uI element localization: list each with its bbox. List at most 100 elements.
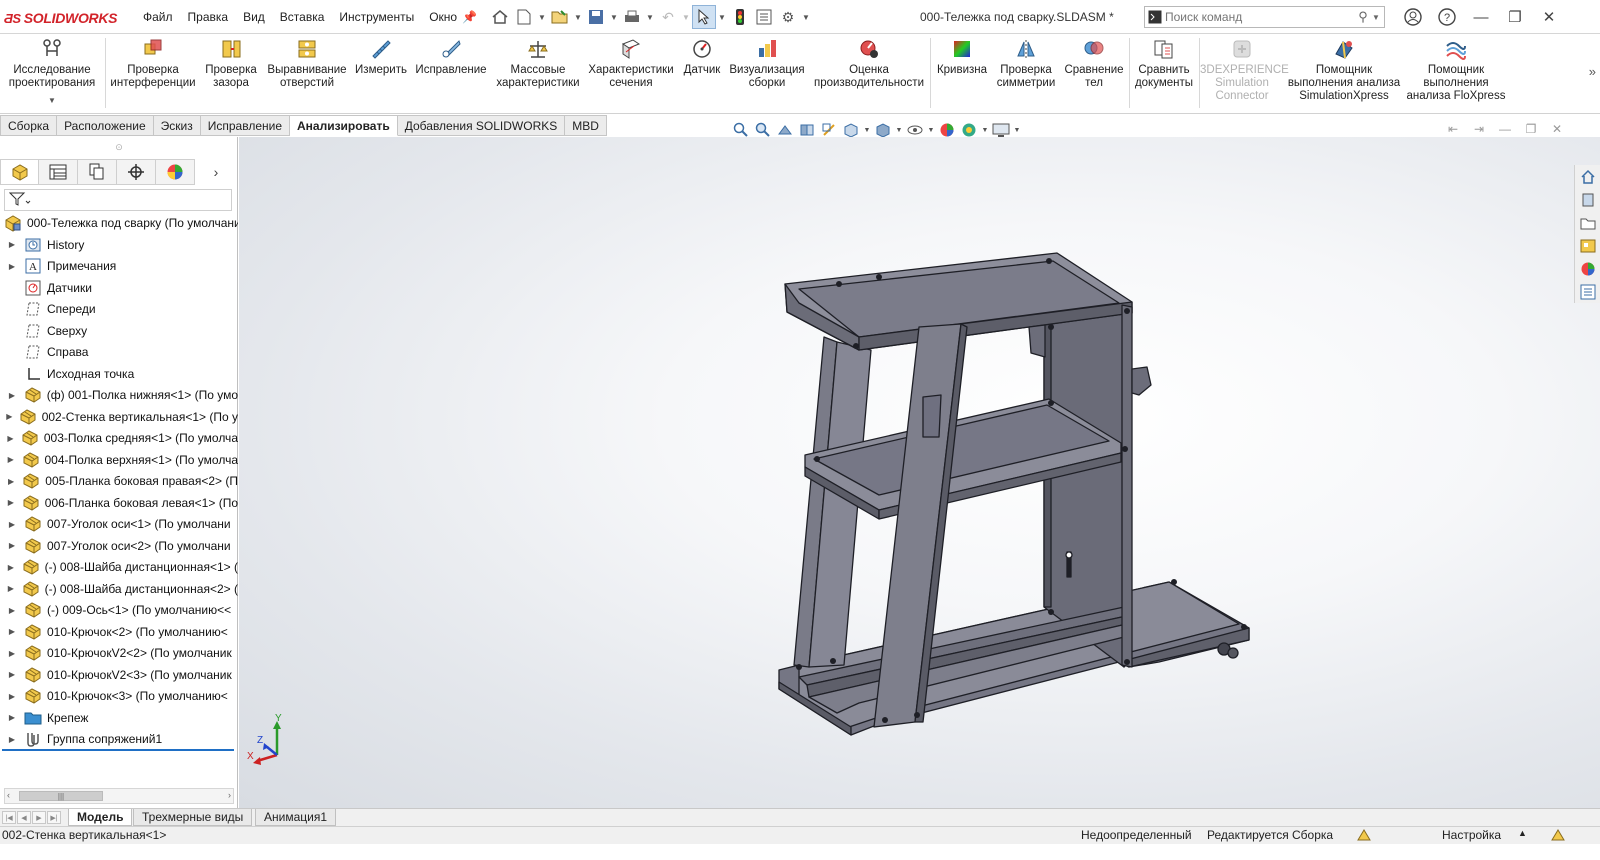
select-icon[interactable]: [692, 5, 716, 29]
expand-arrow-icon[interactable]: ▶: [6, 434, 15, 443]
menu-window[interactable]: Окно: [429, 10, 457, 24]
status-bar-icon[interactable]: [1550, 828, 1566, 845]
home-icon[interactable]: [488, 5, 512, 29]
tree-item[interactable]: ▶ 007-Уголок оси<2> (По умолчани: [0, 535, 238, 557]
expand-arrow-icon[interactable]: ▶: [6, 735, 18, 744]
configuration-manager-tab-icon[interactable]: [78, 159, 117, 185]
tree-item[interactable]: ▶Сверху: [0, 320, 238, 342]
menu-tools[interactable]: Инструменты: [339, 10, 414, 24]
tab-animation[interactable]: Анимация1: [255, 809, 337, 826]
print-dropdown-icon[interactable]: ▼: [644, 13, 656, 22]
panel-splitter-icon[interactable]: ⊙: [0, 137, 238, 157]
scene-dropdown-icon[interactable]: ▼: [980, 127, 990, 134]
cart-3d-model[interactable]: [239, 137, 1600, 808]
command-search-input[interactable]: [1165, 10, 1354, 24]
ribbon-button-simxpress[interactable]: Помощник выполнения анализа SimulationXpre…: [1286, 38, 1402, 103]
expand-arrow-icon[interactable]: ▶: [6, 541, 18, 550]
tree-item[interactable]: ▶ (ф) 001-Полка нижняя<1> (По умо: [0, 385, 238, 407]
tree-item[interactable]: ▶ 010-Крючок<2> (По умолчанию<: [0, 621, 238, 643]
last-tab-icon[interactable]: ▶|: [47, 811, 61, 824]
ribbon-button-sensor[interactable]: Датчик: [679, 38, 725, 77]
tree-item[interactable]: ▶ 004-Полка верхняя<1> (По умолча: [0, 449, 238, 471]
new-dropdown-icon[interactable]: ▼: [536, 13, 548, 22]
ribbon-overflow-icon[interactable]: »: [1589, 64, 1596, 79]
open-icon[interactable]: [548, 5, 572, 29]
next-tab-icon[interactable]: ▶: [32, 811, 46, 824]
customize-dropdown-icon[interactable]: ▲: [1518, 828, 1527, 838]
tree-item[interactable]: ▶Справа: [0, 342, 238, 364]
tab-evaluate[interactable]: Анализировать: [290, 115, 398, 136]
menu-view[interactable]: Вид: [243, 10, 265, 24]
new-document-icon[interactable]: [512, 5, 536, 29]
restore-icon[interactable]: ❐: [1498, 6, 1532, 28]
ribbon-button-symmetry[interactable]: Проверка симметрии: [994, 38, 1058, 90]
chevron-right-icon[interactable]: ›: [195, 159, 237, 185]
tree-item[interactable]: ▶ 010-КрючокV2<3> (По умолчаник: [0, 664, 238, 686]
expand-arrow-icon[interactable]: ▶: [6, 520, 18, 529]
tree-item[interactable]: ▶Датчики: [0, 277, 238, 299]
menu-edit[interactable]: Правка: [188, 10, 229, 24]
feature-manager-tab-icon[interactable]: [0, 159, 39, 185]
tree-item[interactable]: ▶ (-) 008-Шайба дистанционная<1> (: [0, 557, 238, 579]
user-icon[interactable]: [1396, 6, 1430, 28]
tree-item[interactable]: ▶ 010-КрючокV2<2> (По умолчаник: [0, 643, 238, 665]
tab-solidworks-addins[interactable]: Добавления SOLIDWORKS: [397, 115, 566, 136]
menu-file[interactable]: Файл: [143, 10, 173, 24]
expand-arrow-icon[interactable]: ▶: [6, 563, 16, 572]
open-dropdown-icon[interactable]: ▼: [572, 13, 584, 22]
first-tab-icon[interactable]: |◀: [2, 811, 16, 824]
tab-mbd[interactable]: MBD: [565, 115, 607, 136]
save-dropdown-icon[interactable]: ▼: [608, 13, 620, 22]
tree-item[interactable]: ▶ A Примечания: [0, 256, 238, 278]
select-dropdown-icon[interactable]: ▼: [716, 13, 728, 22]
rebuild-icon[interactable]: [728, 5, 752, 29]
reference-triad-icon[interactable]: [249, 717, 289, 767]
expand-arrow-icon[interactable]: ▶: [6, 498, 16, 507]
chevron-down-icon[interactable]: ▼: [2, 94, 102, 107]
status-customize[interactable]: Настройка: [1442, 828, 1501, 842]
appearances-icon[interactable]: [1575, 257, 1600, 280]
collapse-right-icon[interactable]: ⇥: [1466, 120, 1492, 138]
tree-item[interactable]: ▶ 010-Крючок<3> (По умолчанию<: [0, 686, 238, 708]
property-manager-tab-icon[interactable]: [39, 159, 78, 185]
prev-tab-icon[interactable]: ◀: [17, 811, 31, 824]
file-properties-icon[interactable]: [752, 5, 776, 29]
tree-item[interactable]: ▶ 007-Уголок оси<1> (По умолчани: [0, 514, 238, 536]
ribbon-button-interference[interactable]: Проверка интерференции: [108, 38, 198, 90]
collapse-left-icon[interactable]: ⇤: [1440, 120, 1466, 138]
expand-arrow-icon[interactable]: ▶: [6, 262, 18, 271]
expand-arrow-icon[interactable]: ▶: [6, 455, 16, 464]
tree-item[interactable]: ▶ Крепеж: [0, 707, 238, 729]
options-gear-icon[interactable]: ⚙: [776, 5, 800, 29]
ribbon-button-design-study[interactable]: Исследование проектирования ▼: [2, 38, 102, 107]
menu-insert[interactable]: Вставка: [280, 10, 325, 24]
ribbon-button-mass-properties[interactable]: Массовые характеристики: [494, 38, 582, 90]
help-icon[interactable]: ?: [1430, 6, 1464, 28]
expand-arrow-icon[interactable]: ▶: [6, 412, 13, 421]
tab-3d-views[interactable]: Трехмерные виды: [133, 809, 253, 826]
search-dropdown-icon[interactable]: ▼: [1372, 13, 1384, 22]
tree-item[interactable]: ▶ Группа сопряжений1: [0, 729, 238, 751]
solidworks-resources-icon[interactable]: [1575, 165, 1600, 188]
tree-item[interactable]: ▶ (-) 008-Шайба дистанционная<2> (: [0, 578, 238, 600]
design-library-icon[interactable]: [1575, 188, 1600, 211]
view-orientation-dropdown-icon[interactable]: ▼: [862, 127, 872, 134]
tab-repair[interactable]: Исправление: [200, 115, 290, 136]
tab-assembly[interactable]: Сборка: [0, 115, 58, 136]
expand-arrow-icon[interactable]: ▶: [6, 606, 18, 615]
ribbon-button-measure[interactable]: Измерить: [353, 38, 409, 77]
tab-model[interactable]: Модель: [68, 809, 133, 826]
display-style-dropdown-icon[interactable]: ▼: [894, 127, 904, 134]
tree-item[interactable]: ▶ 002-Стенка вертикальная<1> (По у: [0, 406, 238, 428]
expand-arrow-icon[interactable]: ▶: [6, 692, 18, 701]
tree-item[interactable]: ▶ 003-Полка средняя<1> (По умолча: [0, 428, 238, 450]
expand-arrow-icon[interactable]: ▶: [6, 477, 16, 486]
doc-minimize-icon[interactable]: —: [1492, 120, 1518, 138]
tab-layout[interactable]: Расположение: [57, 115, 154, 136]
ribbon-button-assembly-visualization[interactable]: Визуализация сборки: [728, 38, 806, 90]
options-dropdown-icon[interactable]: ▼: [800, 13, 812, 22]
minimize-icon[interactable]: —: [1464, 6, 1498, 28]
close-icon[interactable]: ✕: [1532, 6, 1566, 28]
tree-item[interactable]: ▶ (-) 009-Ось<1> (По умолчанию<<: [0, 600, 238, 622]
custom-properties-icon[interactable]: [1575, 280, 1600, 303]
